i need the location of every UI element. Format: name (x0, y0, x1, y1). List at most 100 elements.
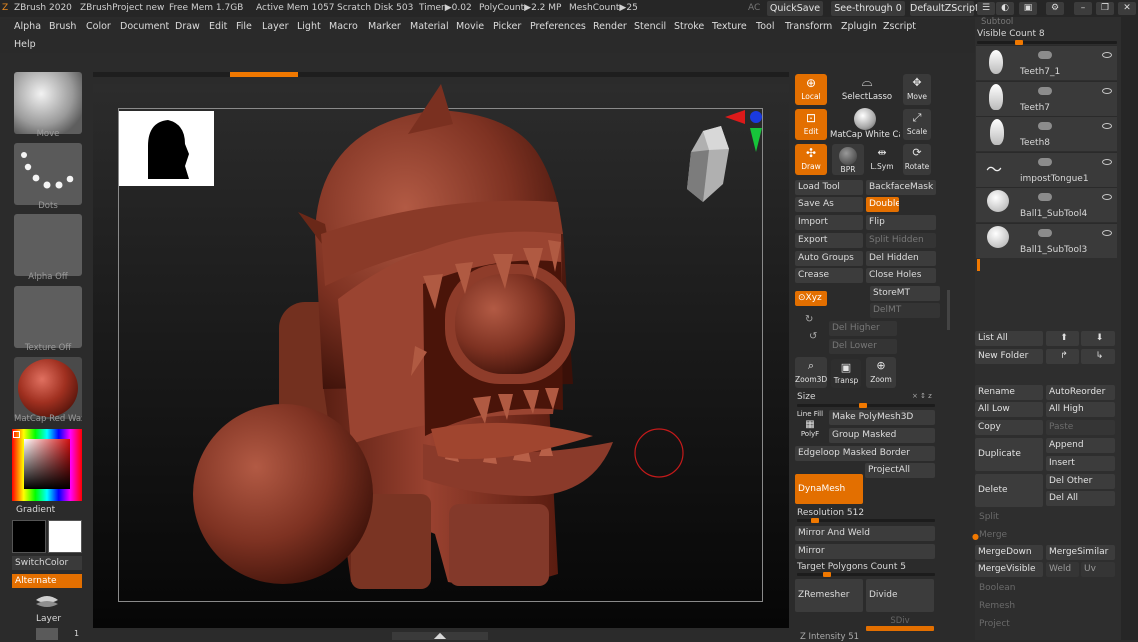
folder-up-icon[interactable]: ↱ (1046, 349, 1079, 364)
subtool-toggle[interactable] (1038, 229, 1052, 237)
all-low-button[interactable]: All Low (975, 402, 1043, 417)
menu-file[interactable]: File (236, 21, 252, 32)
uv-toggle[interactable]: Uv (1081, 562, 1115, 577)
split-hidden-button[interactable]: Split Hidden (866, 233, 936, 248)
resolution-slider[interactable] (797, 518, 935, 523)
dynamesh-button[interactable]: DynaMesh (795, 474, 863, 504)
document-icon[interactable] (36, 628, 58, 640)
auto-groups-button[interactable]: Auto Groups (795, 251, 863, 266)
draw-button[interactable]: ✣ Draw (795, 144, 827, 175)
color-marker[interactable] (13, 431, 20, 438)
layer-icon[interactable] (34, 592, 60, 610)
document-scroll-thumb[interactable] (230, 72, 298, 77)
move-view-button[interactable]: ✥ Move (903, 74, 931, 105)
duplicate-button[interactable]: Duplicate (975, 438, 1043, 471)
subtool-toggle[interactable] (1038, 51, 1052, 59)
subtool-item[interactable]: Ball1_SubTool4 (976, 187, 1117, 222)
subtool-scrollbar-thumb[interactable] (977, 259, 980, 271)
mirror-button[interactable]: Mirror (795, 544, 935, 559)
del-higher-button[interactable]: Del Higher (829, 321, 897, 336)
switchcolor-button[interactable]: SwitchColor (12, 556, 82, 570)
subtool-item[interactable]: Teeth7 (976, 81, 1117, 116)
edgeloop-masked-border-button[interactable]: Edgeloop Masked Border (795, 446, 935, 461)
size-slider-handle[interactable] (859, 403, 867, 408)
rotate-view-button[interactable]: ⟳ Rotate (903, 144, 931, 175)
menu-zscript[interactable]: Zscript (883, 21, 916, 32)
append-button[interactable]: Append (1046, 438, 1115, 453)
delete-button[interactable]: Delete (975, 474, 1043, 507)
menu-layer[interactable]: Layer (262, 21, 289, 32)
crease-button[interactable]: Crease (795, 268, 863, 283)
brush-thumbnail[interactable] (14, 72, 82, 134)
menu-texture[interactable]: Texture (712, 21, 747, 32)
del-other-button[interactable]: Del Other (1046, 474, 1115, 489)
sdiv-slider[interactable] (866, 626, 934, 631)
export-button[interactable]: Export (795, 233, 863, 248)
sculpt-model[interactable] (93, 84, 789, 628)
menu-help[interactable]: Help (14, 39, 36, 50)
menu-render[interactable]: Render (593, 21, 627, 32)
gradient-label[interactable]: Gradient (16, 505, 55, 515)
eye-icon[interactable] (1102, 88, 1112, 94)
menu-zplugin[interactable]: Zplugin (841, 21, 877, 32)
group-masked-button[interactable]: Group Masked (829, 428, 935, 443)
projectall-button[interactable]: ProjectAll (865, 463, 935, 478)
mergedown-button[interactable]: MergeDown (975, 545, 1043, 560)
alpha-thumbnail[interactable] (14, 214, 82, 276)
material-thumbnail[interactable] (14, 357, 82, 419)
save-as-button[interactable]: Save As (795, 197, 863, 212)
target-polygons-slider-handle[interactable] (823, 572, 831, 577)
bottom-shelf-handle[interactable]: ◢◣ (392, 632, 488, 640)
weld-toggle[interactable]: Weld (1046, 562, 1079, 577)
mergesimilar-button[interactable]: MergeSimilar (1046, 545, 1115, 560)
menu-draw[interactable]: Draw (175, 21, 200, 32)
close-holes-button[interactable]: Close Holes (866, 268, 936, 283)
menu-preferences[interactable]: Preferences (530, 21, 586, 32)
menu-stencil[interactable]: Stencil (634, 21, 666, 32)
rotate-cw-icon[interactable]: ↻ (805, 314, 813, 325)
eye-icon[interactable] (1102, 159, 1112, 165)
right-scroll-strip[interactable] (1121, 17, 1138, 640)
move-down-icon[interactable]: ⬇ (1081, 331, 1115, 346)
double-button[interactable]: Double (866, 197, 899, 212)
menu-brush[interactable]: Brush (49, 21, 76, 32)
config-icon[interactable]: ⚙ (1046, 2, 1064, 15)
load-tool-button[interactable]: Load Tool (795, 180, 863, 195)
backfacemask-button[interactable]: BackfaceMask (866, 180, 936, 195)
texture-thumbnail[interactable] (14, 286, 82, 348)
copy-button[interactable]: Copy (975, 420, 1043, 435)
rename-button[interactable]: Rename (975, 385, 1043, 400)
matcap-button[interactable]: MatCap White Cavity (830, 106, 900, 142)
del-hidden-button[interactable]: Del Hidden (866, 251, 936, 266)
color-picker[interactable] (12, 429, 82, 501)
subtool-item[interactable]: 〜 impostTongue1 (976, 152, 1117, 187)
merge-section[interactable]: Merge (979, 530, 1007, 540)
split-section[interactable]: Split (979, 512, 999, 522)
new-folder-button[interactable]: New Folder (975, 349, 1043, 364)
subtool-item[interactable]: Teeth8 (976, 116, 1117, 151)
menu-color[interactable]: Color (86, 21, 111, 32)
see-through-slider[interactable]: See-through 0 (831, 1, 905, 16)
menu-transform[interactable]: Transform (785, 21, 832, 32)
menu-light[interactable]: Light (297, 21, 321, 32)
alternate-button[interactable]: Alternate (12, 574, 82, 588)
divide-button[interactable]: Divide (866, 579, 934, 612)
lsym-button[interactable]: ⇹ L.Sym (866, 144, 898, 175)
subtool-item[interactable]: Ball1_SubTool3 (976, 223, 1117, 258)
rotate-ccw-icon[interactable]: ↺ (809, 331, 817, 342)
target-polygons-slider[interactable] (797, 572, 935, 577)
menu-edit[interactable]: Edit (209, 21, 227, 32)
subtool-toggle[interactable] (1038, 158, 1052, 166)
local-button[interactable]: ⊕ Local (795, 74, 827, 105)
selectlasso-button[interactable]: ⌓ SelectLasso (838, 72, 896, 104)
subtool-item[interactable]: Teeth7_1 (976, 45, 1117, 80)
zremesher-button[interactable]: ZRemesher (795, 579, 863, 612)
zoom-button[interactable]: ⊕ Zoom (866, 357, 896, 388)
eye-icon[interactable] (1102, 194, 1112, 200)
color-saturation-square[interactable] (24, 439, 70, 489)
edit-button[interactable]: ⊡ Edit (795, 109, 827, 140)
menu-movie[interactable]: Movie (456, 21, 484, 32)
quicksave-button[interactable]: QuickSave (767, 1, 823, 16)
menu-material[interactable]: Material (410, 21, 449, 32)
eye-icon[interactable] (1102, 230, 1112, 236)
